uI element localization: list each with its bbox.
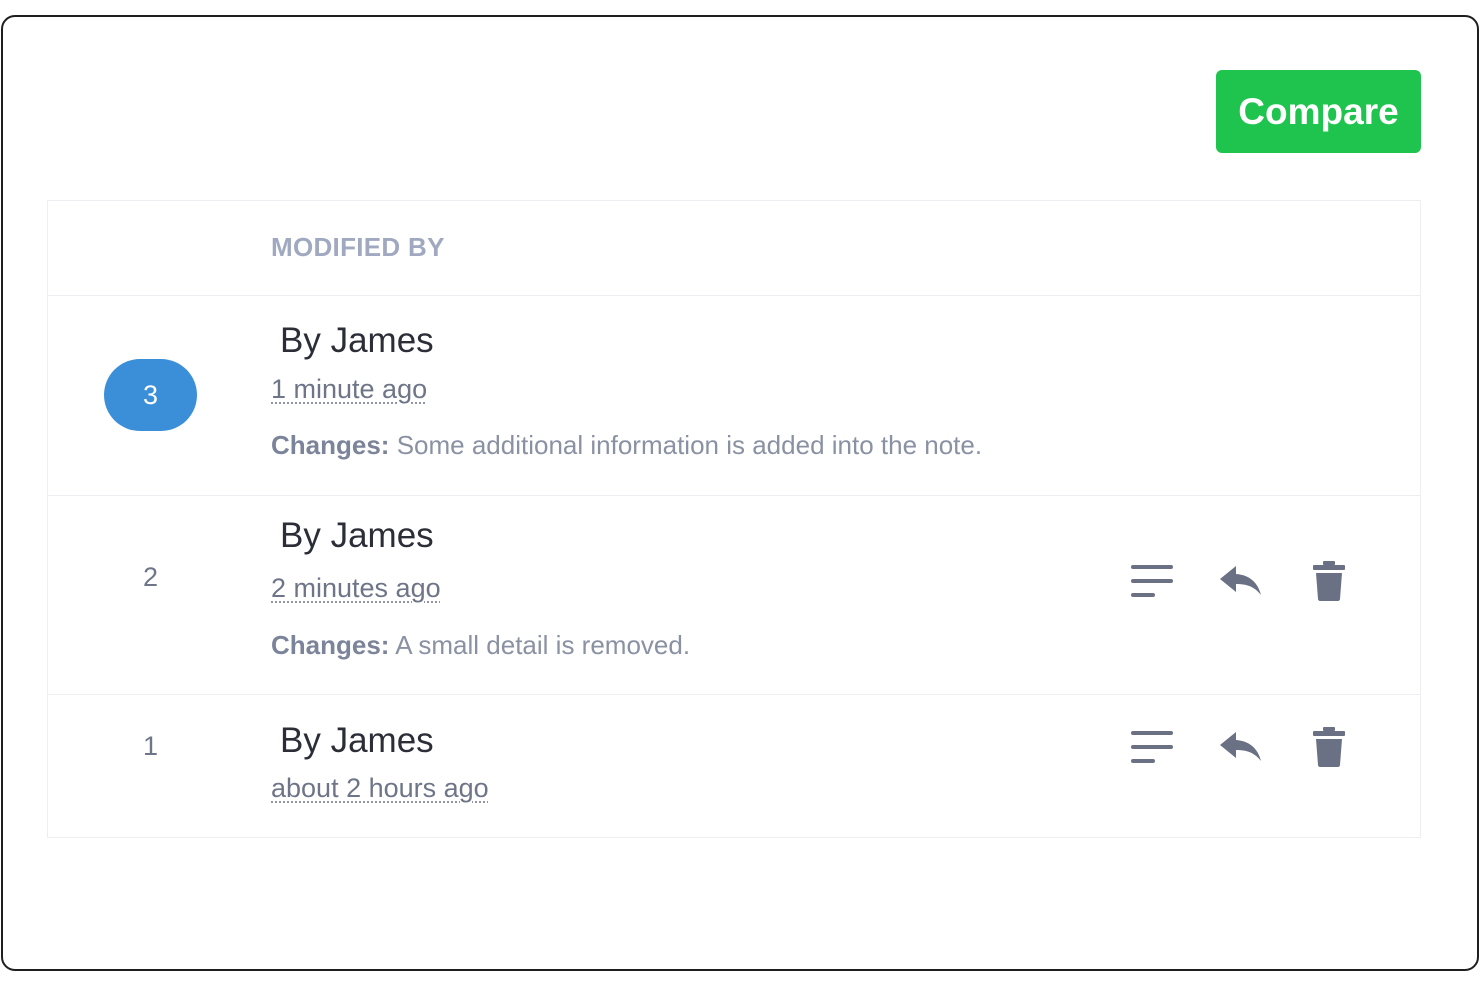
table-header: MODIFIED BY <box>48 201 1420 296</box>
column-header-modified-by: MODIFIED BY <box>271 232 445 262</box>
changes-description: Some additional information is added int… <box>396 430 983 460</box>
changes-text: Changes: A small detail is removed. <box>271 630 690 661</box>
changes-description: A small detail is removed. <box>395 630 691 660</box>
timestamp: about 2 hours ago <box>271 773 489 803</box>
timestamp: 1 minute ago <box>271 374 428 404</box>
restore-version-button[interactable] <box>1217 557 1265 605</box>
version-number: 1 <box>142 731 159 761</box>
reply-icon <box>1220 732 1261 761</box>
table-row: 1 By James about 2 hours ago <box>48 695 1420 837</box>
trash-icon <box>1313 727 1345 767</box>
changes-label: Changes: <box>271 630 390 660</box>
window-frame: Compare MODIFIED BY 3 By James 1 minute … <box>1 15 1479 971</box>
changes-text: Changes: Some additional information is … <box>271 430 982 461</box>
author-name: By James <box>280 516 434 555</box>
row-actions <box>1126 723 1366 771</box>
row-actions <box>1126 557 1366 605</box>
timestamp: 2 minutes ago <box>271 573 441 603</box>
version-history-table: MODIFIED BY 3 By James 1 minute ago Chan… <box>47 200 1421 838</box>
compare-button[interactable]: Compare <box>1216 70 1421 153</box>
version-number: 2 <box>142 562 159 592</box>
table-row: 2 By James 2 minutes ago Changes: A smal… <box>48 496 1420 695</box>
lines-icon <box>1131 565 1173 597</box>
author-name: By James <box>280 321 434 360</box>
changes-label: Changes: <box>271 430 390 460</box>
reply-icon <box>1220 566 1261 595</box>
restore-version-button[interactable] <box>1217 723 1265 771</box>
view-version-button[interactable] <box>1129 723 1177 771</box>
current-version-badge: 3 <box>104 359 197 431</box>
table-row: 3 By James 1 minute ago Changes: Some ad… <box>48 296 1420 496</box>
view-version-button[interactable] <box>1129 557 1177 605</box>
delete-version-button[interactable] <box>1305 557 1353 605</box>
trash-icon <box>1313 561 1345 601</box>
lines-icon <box>1131 731 1173 763</box>
delete-version-button[interactable] <box>1305 723 1353 771</box>
author-name: By James <box>280 721 434 760</box>
